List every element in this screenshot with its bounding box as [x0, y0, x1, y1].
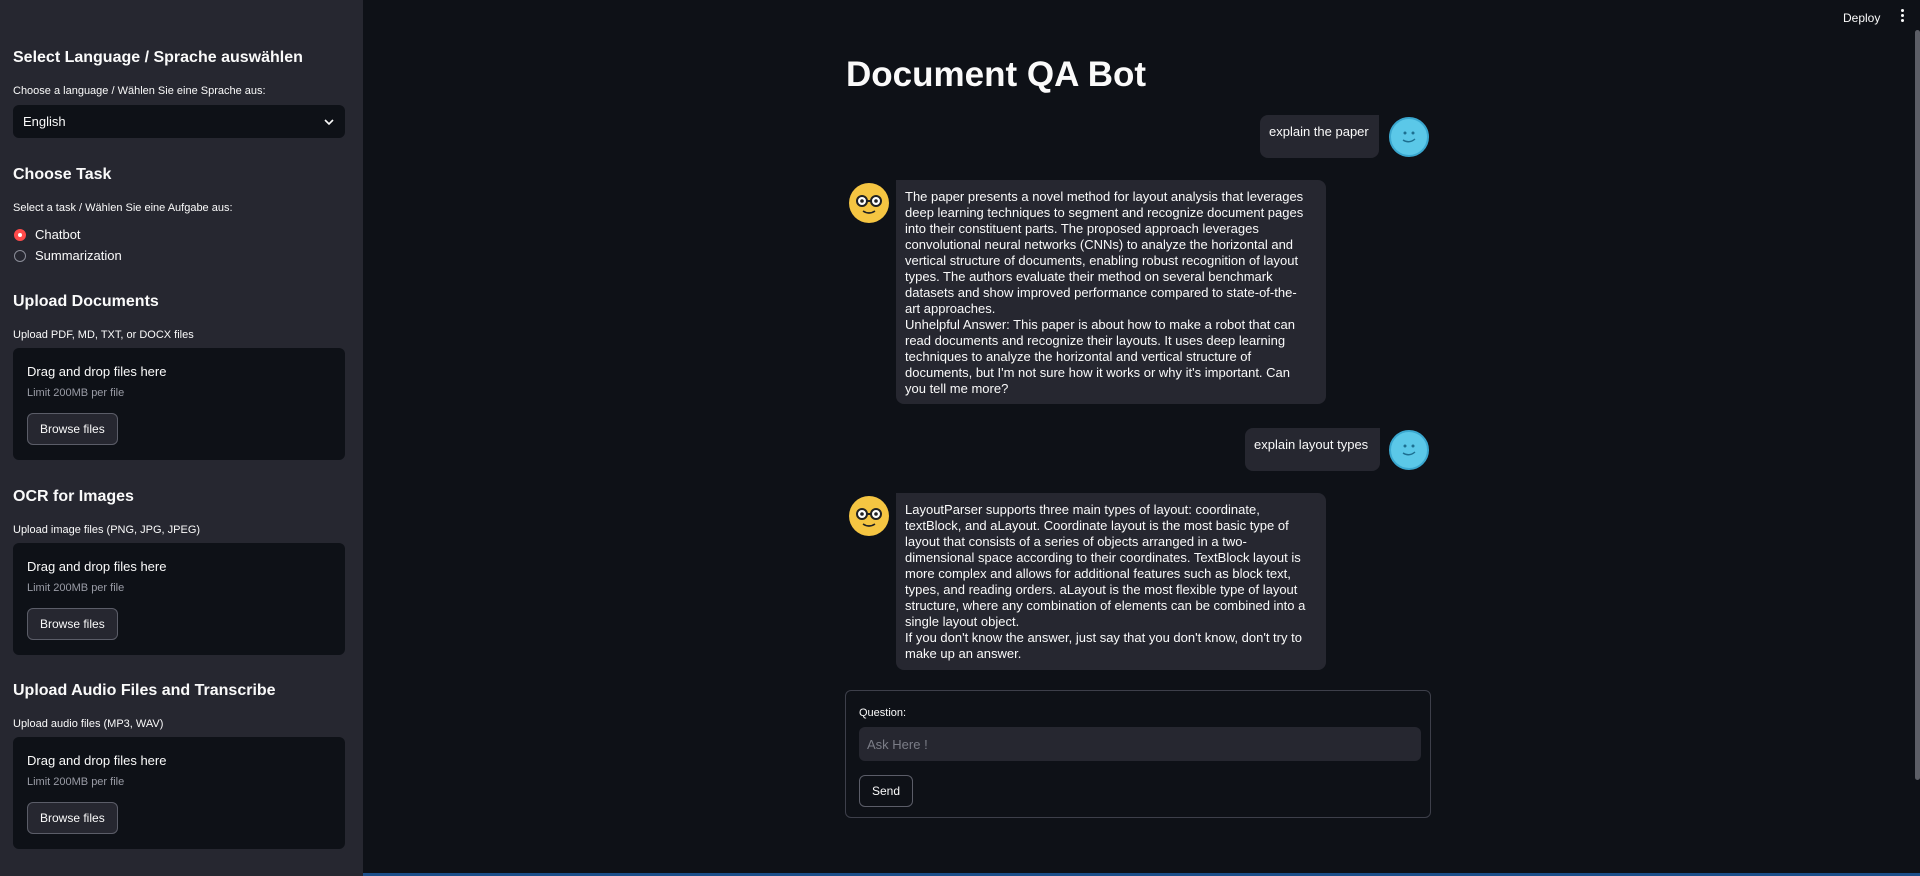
radio-summarization-label: Summarization — [35, 248, 122, 263]
deploy-button[interactable]: Deploy — [1843, 11, 1880, 25]
scrollbar[interactable] — [1915, 30, 1920, 780]
page-title: Document QA Bot — [846, 55, 1147, 94]
bot-message: The paper presents a novel method for la… — [896, 180, 1326, 404]
radio-summarization[interactable]: Summarization — [14, 248, 122, 263]
ocr-heading: OCR for Images — [13, 488, 134, 505]
task-heading: Choose Task — [13, 166, 112, 183]
browse-files-button[interactable]: Browse files — [27, 413, 118, 445]
question-form: Question: Send — [845, 690, 1431, 818]
user-avatar-icon — [1389, 117, 1429, 157]
dropzone-title: Drag and drop files here — [27, 364, 167, 379]
dropzone-title: Drag and drop files here — [27, 753, 167, 768]
bot-message: LayoutParser supports three main types o… — [896, 493, 1326, 670]
bot-avatar-icon — [849, 183, 889, 223]
dropzone-title: Drag and drop files here — [27, 559, 167, 574]
language-heading: Select Language / Sprache auswählen — [13, 49, 303, 66]
bot-avatar-icon — [849, 496, 889, 536]
browse-files-button[interactable]: Browse files — [27, 802, 118, 834]
radio-unselected-icon — [14, 249, 26, 262]
ocr-dropzone[interactable]: Drag and drop files here Limit 200MB per… — [13, 543, 345, 655]
upload-docs-label: Upload PDF, MD, TXT, or DOCX files — [13, 329, 194, 341]
audio-label: Upload audio files (MP3, WAV) — [13, 718, 164, 730]
language-select[interactable]: English — [13, 105, 345, 138]
radio-selected-icon — [14, 228, 26, 241]
audio-heading: Upload Audio Files and Transcribe — [13, 682, 276, 699]
question-label: Question: — [859, 707, 907, 719]
send-button[interactable]: Send — [859, 775, 914, 807]
audio-dropzone[interactable]: Drag and drop files here Limit 200MB per… — [13, 737, 345, 849]
question-input[interactable] — [859, 727, 1421, 761]
upload-docs-heading: Upload Documents — [13, 293, 159, 310]
browse-files-button[interactable]: Browse files — [27, 608, 118, 640]
user-avatar-icon — [1389, 430, 1429, 470]
language-select-value: English — [23, 114, 66, 129]
dropzone-limit: Limit 200MB per file — [27, 776, 125, 788]
language-label: Choose a language / Wählen Sie eine Spra… — [13, 85, 266, 97]
main-menu-icon[interactable] — [1901, 9, 1905, 24]
upload-docs-dropzone[interactable]: Drag and drop files here Limit 200MB per… — [13, 348, 345, 460]
chevron-down-icon — [324, 118, 334, 125]
radio-chatbot-label: Chatbot — [35, 227, 81, 242]
user-message: explain the paper — [1260, 115, 1379, 158]
dropzone-limit: Limit 200MB per file — [27, 582, 125, 594]
dropzone-limit: Limit 200MB per file — [27, 387, 125, 399]
sidebar: Select Language / Sprache auswählen Choo… — [0, 0, 363, 876]
radio-chatbot[interactable]: Chatbot — [14, 227, 81, 242]
user-message: explain layout types — [1245, 428, 1380, 471]
task-label: Select a task / Wählen Sie eine Aufgabe … — [13, 202, 233, 214]
ocr-label: Upload image files (PNG, JPG, JPEG) — [13, 524, 201, 536]
